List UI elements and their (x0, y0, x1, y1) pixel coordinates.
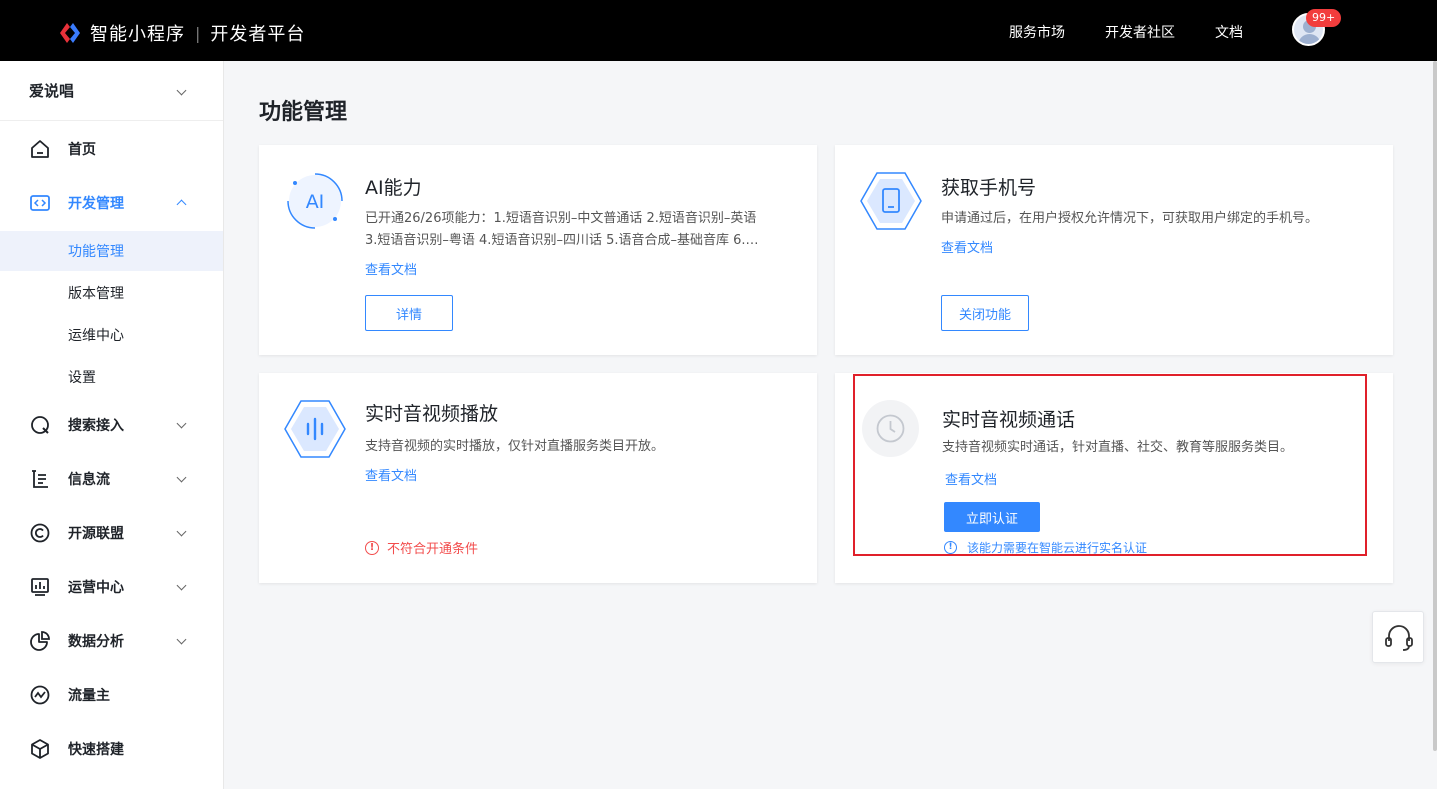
nav-docs[interactable]: 文档 (1215, 22, 1243, 42)
pie-chart-icon (30, 631, 50, 651)
trend-icon (30, 685, 50, 705)
card-description: 已开通26/26项能力：1.短语音识别–中文普通话 2.短语音识别–英语 (365, 211, 757, 226)
warning-icon: ! (365, 540, 379, 555)
view-docs-link[interactable]: 查看文档 (365, 259, 417, 278)
sidebar-item-dev-management[interactable]: 开发管理 (0, 183, 223, 223)
sidebar-item-operations[interactable]: 运营中心 (0, 567, 223, 607)
sidebar-subitem-settings[interactable]: 设置 (0, 357, 223, 397)
ai-icon: AI (287, 173, 343, 229)
sidebar-item-quick-build[interactable]: 快速搭建 (0, 729, 223, 769)
logo-icon (58, 21, 82, 45)
sidebar-item-label: 开源联盟 (68, 526, 124, 542)
top-bar: 智能小程序 | 开发者平台 服务市场 开发者社区 文档 99+ (0, 0, 1437, 61)
card-description: 支持音视频的实时播放，仅针对直播服务类目开放。 (365, 439, 665, 454)
sidebar-item-label: 首页 (68, 142, 96, 158)
svg-text:AI: AI (306, 191, 325, 213)
card-title: AI能力 (365, 177, 422, 199)
app-selector[interactable]: 爱说唱 (0, 61, 223, 121)
sidebar-item-home[interactable]: 首页 (0, 129, 223, 169)
sidebar-item-label: 数据分析 (68, 634, 124, 650)
sidebar-subitem-feature-management[interactable]: 功能管理 (0, 231, 223, 271)
feature-card-live-playback: 实时音视频播放 支持音视频的实时播放，仅针对直播服务类目开放。 查看文档 ! 不… (259, 373, 817, 583)
sidebar-item-label: 运营中心 (68, 580, 124, 596)
sidebar-subitem-label: 设置 (68, 370, 96, 386)
cube-icon (31, 739, 49, 759)
card-description: 3.短语音识别–粤语 4.短语音识别–四川话 5.语音合成–基础音库 6.… (365, 233, 759, 248)
sidebar-subitem-label: 运维中心 (68, 328, 124, 344)
sidebar-subitem-ops-center[interactable]: 运维中心 (0, 315, 223, 355)
chevron-down-icon (176, 85, 187, 96)
sidebar-item-open-source[interactable]: 开源联盟 (0, 513, 223, 553)
feature-card-ai: AI AI能力 已开通26/26项能力：1.短语音识别–中文普通话 2.短语音识… (259, 145, 817, 355)
customer-support-button[interactable] (1372, 611, 1424, 663)
code-icon (30, 195, 50, 211)
chevron-down-icon (176, 526, 187, 537)
brand-logo[interactable]: 智能小程序 | 开发者平台 (58, 20, 305, 46)
sidebar-item-label: 开发管理 (68, 196, 124, 212)
search-icon (31, 416, 49, 434)
brand-separator: | (195, 23, 201, 43)
disable-feature-button[interactable]: 关闭功能 (941, 295, 1029, 331)
sidebar-item-traffic[interactable]: 流量主 (0, 675, 223, 715)
highlight-box (853, 374, 1367, 556)
feature-card-phone: 获取手机号 申请通过后，在用户授权允许情况下，可获取用户绑定的手机号。 查看文档… (835, 145, 1393, 355)
chevron-down-icon (176, 580, 187, 591)
nav-developer-community[interactable]: 开发者社区 (1105, 22, 1175, 42)
app-name: 爱说唱 (29, 82, 75, 100)
sidebar-item-search-access[interactable]: 搜索接入 (0, 405, 223, 445)
page-title: 功能管理 (259, 100, 348, 125)
chevron-up-icon (176, 199, 187, 210)
view-docs-link[interactable]: 查看文档 (941, 237, 993, 256)
dashboard-icon (31, 578, 49, 596)
card-title: 获取手机号 (941, 177, 1037, 199)
sidebar-item-label: 快速搭建 (68, 742, 124, 758)
scrollbar[interactable] (1433, 61, 1437, 751)
nav-service-market[interactable]: 服务市场 (1009, 22, 1065, 42)
ineligible-warning: ! 不符合开通条件 (365, 538, 478, 557)
chevron-down-icon (176, 472, 187, 483)
chevron-down-icon (176, 634, 187, 645)
sidebar-subitem-version-management[interactable]: 版本管理 (0, 273, 223, 313)
home-icon (31, 140, 49, 158)
details-button[interactable]: 详情 (365, 295, 453, 331)
audio-wave-icon (284, 400, 346, 458)
sidebar-item-label: 搜索接入 (68, 418, 124, 434)
sidebar: 爱说唱 首页 开发管理 功能管理 版本管理 运维中心 设置 搜索接入 信息流 开… (0, 61, 224, 789)
view-docs-link[interactable]: 查看文档 (365, 465, 417, 484)
card-description: 申请通过后，在用户授权允许情况下，可获取用户绑定的手机号。 (941, 211, 1319, 226)
copyright-icon (30, 523, 50, 543)
headset-icon (1385, 625, 1413, 651)
sidebar-item-label: 流量主 (68, 688, 110, 704)
brand-name: 智能小程序 (90, 24, 185, 45)
notification-badge: 99+ (1306, 9, 1342, 27)
sidebar-item-label: 信息流 (68, 472, 110, 488)
platform-name: 开发者平台 (210, 24, 306, 45)
sidebar-subitem-label: 版本管理 (68, 286, 124, 302)
phone-icon (860, 172, 922, 230)
card-title: 实时音视频播放 (365, 403, 499, 425)
sidebar-item-data-analysis[interactable]: 数据分析 (0, 621, 223, 661)
sidebar-item-feed[interactable]: 信息流 (0, 459, 223, 499)
feed-icon (32, 470, 48, 488)
sidebar-subitem-label: 功能管理 (68, 244, 124, 260)
chevron-down-icon (176, 418, 187, 429)
warning-text: 不符合开通条件 (387, 542, 479, 557)
